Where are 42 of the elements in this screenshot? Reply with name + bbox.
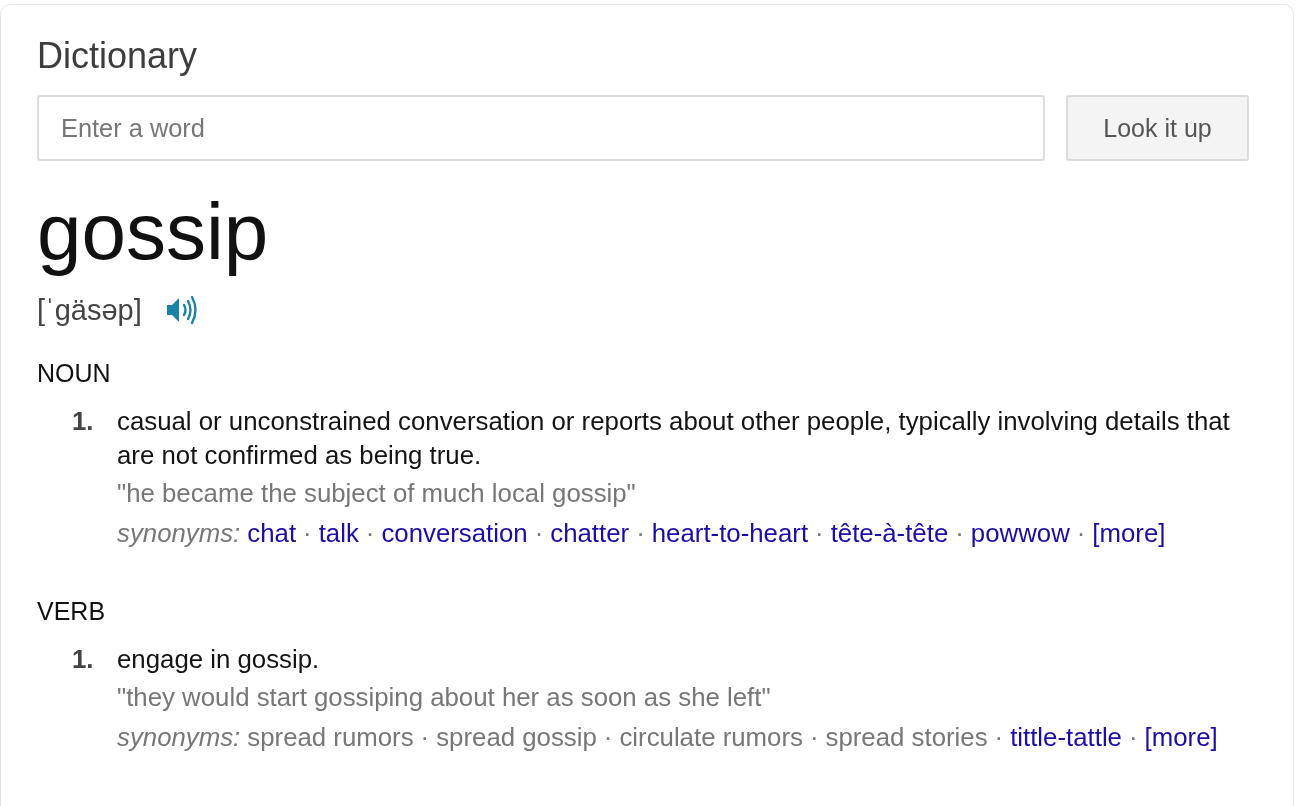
- synonym-link[interactable]: conversation: [381, 516, 528, 550]
- synonym-link[interactable]: [more]: [1144, 720, 1218, 754]
- separator-dot: ·: [815, 518, 824, 549]
- headword: gossip: [37, 187, 269, 277]
- separator-dot: ·: [636, 518, 645, 549]
- separator-dot: ·: [303, 518, 312, 549]
- example-sentence: "he became the subject of much local gossip": [117, 478, 637, 509]
- separator-dot: ·: [1129, 722, 1138, 753]
- synonyms-label: synonyms:: [117, 518, 241, 549]
- sense-number: 1.: [72, 406, 95, 437]
- synonym-link[interactable]: heart-to-heart: [651, 516, 809, 550]
- synonym-link[interactable]: chat: [247, 516, 297, 550]
- synonym-link[interactable]: [more]: [1092, 516, 1166, 550]
- sense-number: 1.: [72, 644, 95, 675]
- synonym-link[interactable]: powwow: [970, 516, 1070, 550]
- synonym-text: spread gossip: [436, 722, 597, 753]
- word-input[interactable]: Enter a word: [37, 95, 1045, 161]
- part-of-speech: NOUN: [37, 358, 111, 388]
- definition-text: engage in gossip.: [117, 644, 321, 675]
- speaker-icon[interactable]: [165, 295, 198, 325]
- separator-dot: ·: [420, 722, 430, 753]
- separator-dot: ·: [1076, 518, 1086, 549]
- separator-dot: ·: [955, 518, 964, 549]
- synonyms-label: synonyms:: [117, 722, 241, 753]
- synonym-link[interactable]: tête-à-tête: [830, 516, 949, 550]
- definition-text: casual or unconstrained conversation or reports about other people, typically involving details that are not confirmed as being true.: [117, 406, 1231, 471]
- separator-dot: ·: [534, 518, 544, 549]
- separator-dot: ·: [994, 722, 1004, 753]
- synonym-link[interactable]: tittle-tattle: [1010, 720, 1122, 754]
- synonym-text: spread rumors: [247, 722, 414, 753]
- separator-dot: ·: [603, 722, 613, 753]
- synonym-link[interactable]: chatter: [550, 516, 630, 550]
- separator-dot: ·: [809, 722, 819, 753]
- pronunciation: [ˈgäsəp]: [37, 293, 142, 327]
- synonym-link[interactable]: talk: [318, 516, 359, 550]
- synonym-text: circulate rumors: [619, 722, 803, 753]
- card-title: Dictionary: [37, 36, 198, 76]
- part-of-speech: VERB: [37, 596, 106, 626]
- separator-dot: ·: [365, 518, 375, 549]
- example-sentence: "they would start gossiping about her as soon as she left": [117, 682, 772, 713]
- synonym-text: spread stories: [825, 722, 988, 753]
- look-it-up-button[interactable]: Look it up: [1066, 95, 1249, 161]
